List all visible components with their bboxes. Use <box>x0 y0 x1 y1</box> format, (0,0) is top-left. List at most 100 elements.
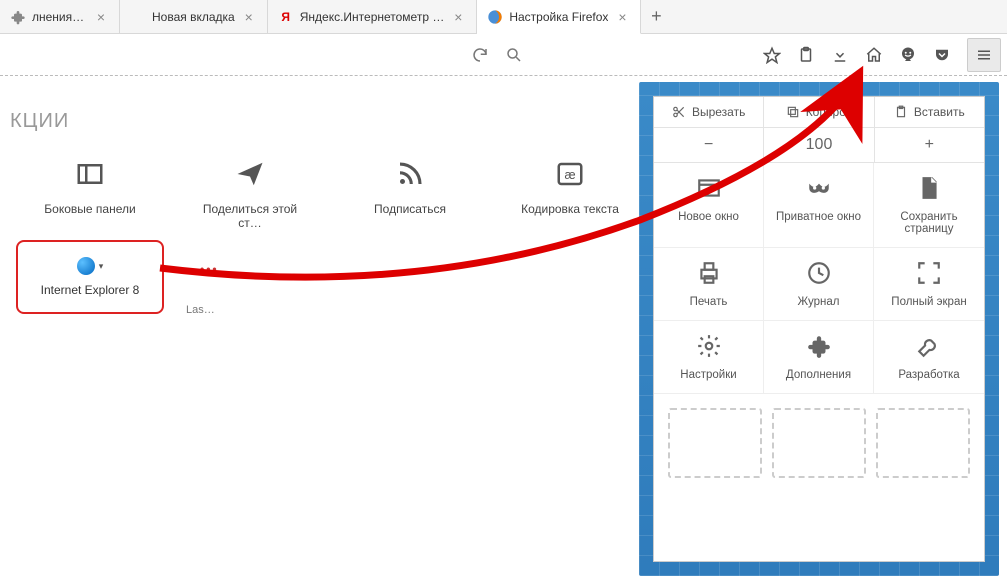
close-icon[interactable]: × <box>450 9 466 25</box>
edit-row: Вырезать Копиров Вставить <box>654 97 984 128</box>
downloads-button[interactable] <box>825 40 855 70</box>
lastpass-icon[interactable]: ••• <box>200 262 219 276</box>
close-icon[interactable]: × <box>241 9 257 25</box>
menu-label: Настройки <box>680 369 736 381</box>
menu-private-window[interactable]: Приватное окно <box>764 163 874 248</box>
available-items-shelf: Боковые панели Поделиться этой ст… Подпи… <box>30 156 630 230</box>
scissors-icon <box>672 105 686 119</box>
zoom-in-button[interactable]: + <box>875 128 984 162</box>
menu-grid: Новое окно Приватное окно Сохранить стра… <box>654 163 984 394</box>
drop-slot[interactable] <box>772 408 866 478</box>
reload-button[interactable] <box>465 40 495 70</box>
shelf-item-share[interactable]: Поделиться этой ст… <box>190 156 310 230</box>
tab-label: Настройка Firefox <box>509 10 608 24</box>
shelf-label: Подписаться <box>374 202 446 216</box>
mask-icon <box>804 173 834 203</box>
wrench-icon <box>914 331 944 361</box>
svg-text:æ: æ <box>564 168 575 182</box>
copy-icon <box>786 105 800 119</box>
plus-icon: + <box>651 6 662 27</box>
printer-icon <box>694 258 724 288</box>
menu-addons[interactable]: Дополнения <box>764 321 874 394</box>
file-icon <box>914 173 944 203</box>
close-icon[interactable]: × <box>614 9 630 25</box>
fullscreen-icon <box>914 258 944 288</box>
tab-label: Яндекс.Интернетометр … <box>300 10 445 24</box>
menu-print[interactable]: Печать <box>654 248 764 321</box>
menu-panel-dropzone: Вырезать Копиров Вставить − 100 + <box>639 82 999 576</box>
copy-label: Копиров <box>806 105 853 119</box>
gear-icon <box>694 331 724 361</box>
lastpass-label: Las… <box>186 304 215 316</box>
menu-label: Печать <box>690 296 728 308</box>
menu-label: Журнал <box>798 296 840 308</box>
tab-addons[interactable]: лнения… × <box>0 0 120 33</box>
menu-history[interactable]: Журнал <box>764 248 874 321</box>
new-tab-button[interactable]: + <box>641 0 671 33</box>
sidebar-icon <box>72 156 108 192</box>
zoom-value: 100 <box>764 128 874 162</box>
clock-icon <box>804 258 834 288</box>
tab-label: Новая вкладка <box>152 10 235 24</box>
pocket-button[interactable] <box>927 40 957 70</box>
home-button[interactable] <box>859 40 889 70</box>
menu-label: Дополнения <box>786 369 851 381</box>
clipboard-icon <box>894 105 908 119</box>
drop-slot[interactable] <box>668 408 762 478</box>
close-icon[interactable]: × <box>93 9 109 25</box>
character-encoding-icon: æ <box>552 156 588 192</box>
ie-item-highlight[interactable]: ▾ Internet Explorer 8 <box>16 240 164 314</box>
customize-area: КЦИИ Боковые панели Поделиться этой ст… … <box>0 76 1007 582</box>
puzzle-icon <box>10 9 26 25</box>
bookmark-star-button[interactable] <box>757 40 787 70</box>
cut-button[interactable]: Вырезать <box>654 97 764 127</box>
zoom-out-button[interactable]: − <box>654 128 764 162</box>
zoom-row: − 100 + <box>654 128 984 163</box>
internet-explorer-icon <box>77 257 95 275</box>
ie-label: Internet Explorer 8 <box>41 283 140 297</box>
menu-button[interactable] <box>967 38 1001 72</box>
menu-label: Приватное окно <box>776 211 861 223</box>
plus-icon: + <box>925 136 934 154</box>
shelf-label: Кодировка текста <box>521 202 619 216</box>
menu-panel: Вырезать Копиров Вставить − 100 + <box>653 96 985 562</box>
shelf-item-subscribe[interactable]: Подписаться <box>350 156 470 230</box>
blank-icon <box>130 9 146 25</box>
chevron-down-icon: ▾ <box>99 261 104 272</box>
hello-button[interactable] <box>893 40 923 70</box>
tab-yandex[interactable]: Я Яндекс.Интернетометр … × <box>268 0 478 33</box>
paper-plane-icon <box>232 156 268 192</box>
paste-button[interactable]: Вставить <box>875 97 984 127</box>
tab-newtab[interactable]: Новая вкладка × <box>120 0 268 33</box>
puzzle-icon <box>804 331 834 361</box>
shelf-label: Боковые панели <box>44 202 135 216</box>
search-button[interactable] <box>499 40 529 70</box>
tab-customize[interactable]: Настройка Firefox × <box>477 0 641 34</box>
navigation-toolbar <box>0 34 1007 76</box>
tab-label: лнения… <box>32 10 87 24</box>
firefox-icon <box>487 9 503 25</box>
menu-label: Новое окно <box>678 211 739 223</box>
shelf-item-encoding[interactable]: æ Кодировка текста <box>510 156 630 230</box>
section-heading: КЦИИ <box>10 110 69 133</box>
copy-button[interactable]: Копиров <box>764 97 874 127</box>
drop-placeholders <box>654 394 984 492</box>
menu-label: Разработка <box>898 369 959 381</box>
menu-label: Полный экран <box>891 296 966 308</box>
shelf-item-sidebar[interactable]: Боковые панели <box>30 156 150 230</box>
paste-label: Вставить <box>914 105 965 119</box>
shelf-label: Поделиться этой ст… <box>190 202 310 230</box>
minus-icon: − <box>704 136 713 154</box>
menu-save-page[interactable]: Сохранить страницу <box>874 163 984 248</box>
drop-slot[interactable] <box>876 408 970 478</box>
menu-settings[interactable]: Настройки <box>654 321 764 394</box>
rss-icon <box>392 156 428 192</box>
tab-strip: лнения… × Новая вкладка × Я Яндекс.Интер… <box>0 0 1007 34</box>
clipboard-button[interactable] <box>791 40 821 70</box>
menu-new-window[interactable]: Новое окно <box>654 163 764 248</box>
cut-label: Вырезать <box>692 105 745 119</box>
menu-fullscreen[interactable]: Полный экран <box>874 248 984 321</box>
menu-developer[interactable]: Разработка <box>874 321 984 394</box>
yandex-icon: Я <box>278 9 294 25</box>
window-icon <box>694 173 724 203</box>
